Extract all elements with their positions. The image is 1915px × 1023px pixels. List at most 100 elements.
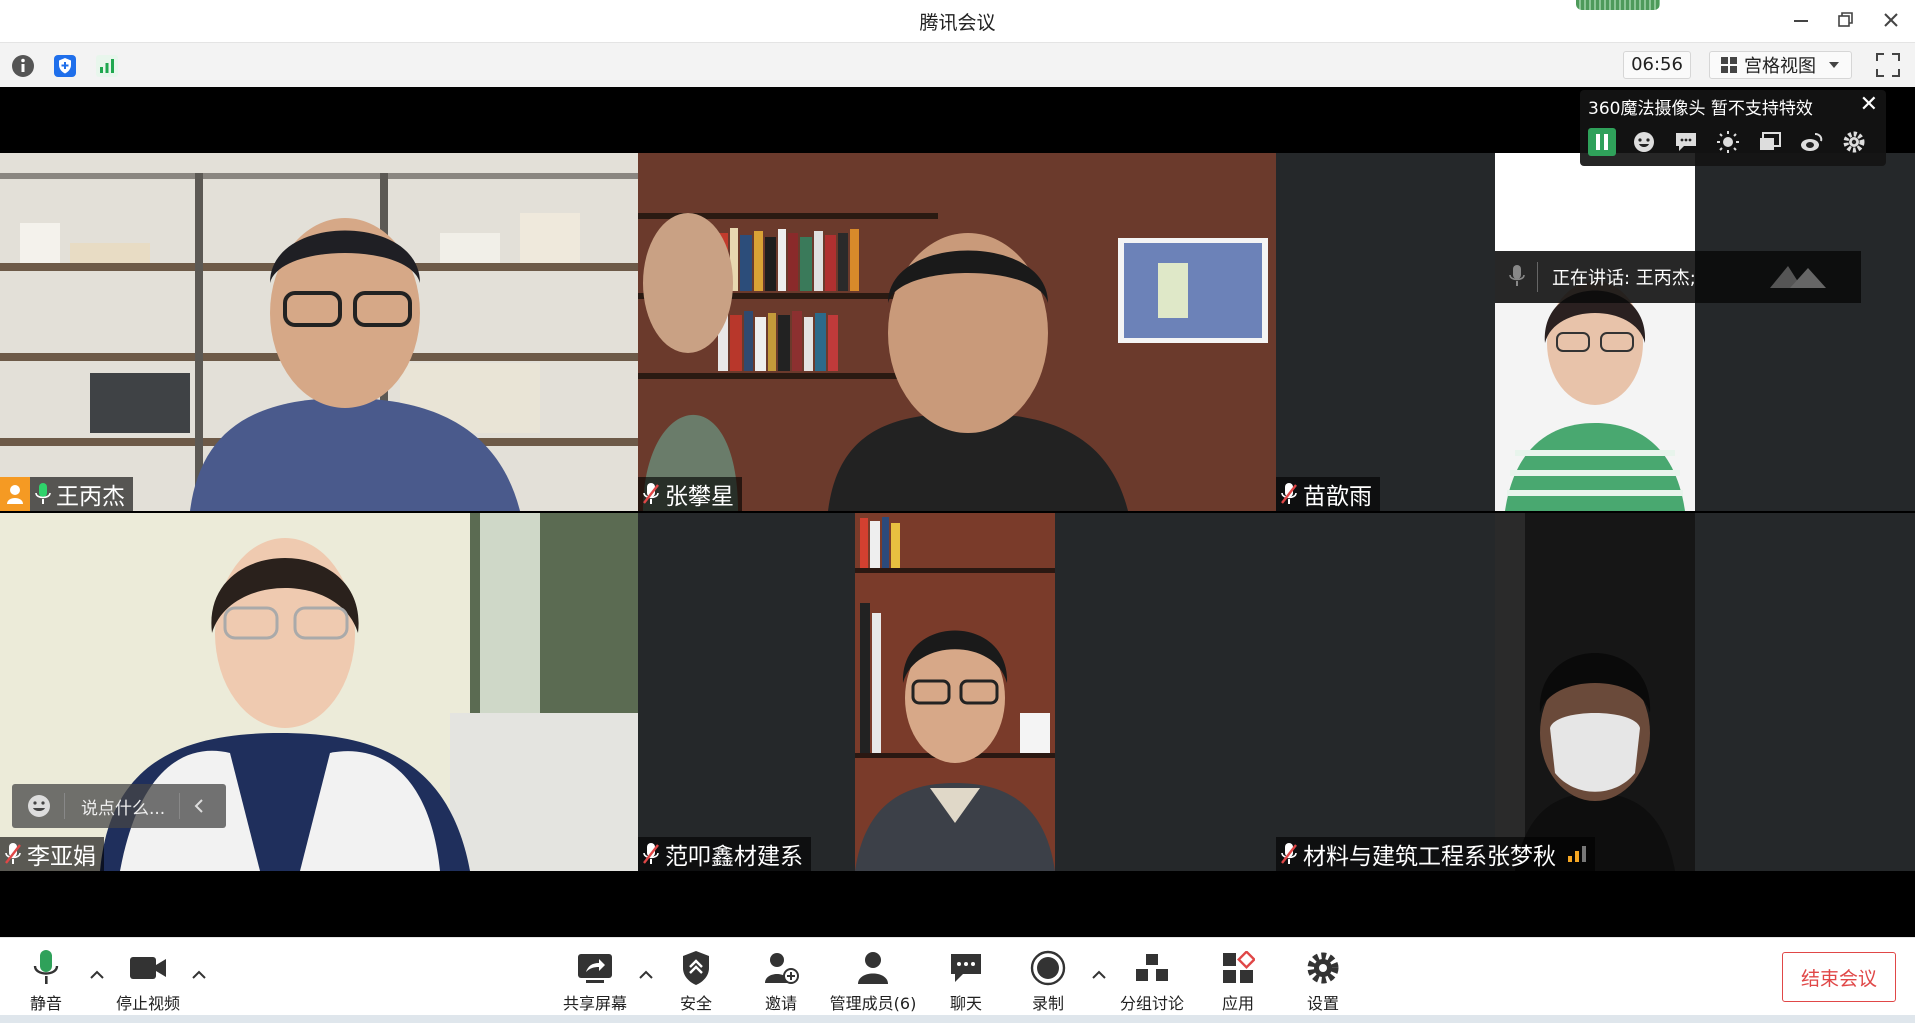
- invite-label: 邀请: [764, 994, 797, 1013]
- invite-button[interactable]: 邀请: [759, 948, 803, 1014]
- participant-tile[interactable]: 张攀星: [638, 153, 1276, 511]
- participant-tile[interactable]: 材料与建筑工程系张梦秋: [1276, 513, 1915, 871]
- face-icon: [1634, 132, 1654, 152]
- network-status-button[interactable]: [93, 52, 121, 80]
- shield-icon: [683, 951, 709, 985]
- camera-panel-title: 360魔法摄像头 暂不支持特效: [1588, 99, 1813, 119]
- share-screen-icon: [578, 954, 612, 983]
- dropdown-arrow-icon: [1829, 62, 1839, 68]
- video-options-chevron-icon[interactable]: [190, 966, 208, 984]
- record-icon: [1030, 950, 1066, 986]
- background-button[interactable]: [1756, 128, 1784, 156]
- pause-icon: [1596, 134, 1608, 150]
- settings-button[interactable]: 设置: [1301, 948, 1345, 1014]
- quick-chat-input[interactable]: 说点什么...: [12, 784, 226, 828]
- camera-effects-panel: 360魔法摄像头 暂不支持特效 ✕: [1580, 90, 1886, 166]
- weibo-share-button[interactable]: [1798, 128, 1826, 156]
- record-options-chevron-icon[interactable]: [1090, 966, 1108, 984]
- participant-name-tag: 张攀星: [638, 477, 742, 511]
- end-meeting-button[interactable]: 结束会议: [1782, 952, 1896, 1002]
- security-button[interactable]: 安全: [674, 948, 718, 1014]
- user-icon: [7, 485, 23, 504]
- shield-icon: [54, 55, 76, 77]
- beauty-button[interactable]: [1630, 128, 1658, 156]
- emoji-icon: [28, 795, 50, 817]
- brightness-button[interactable]: [1714, 128, 1742, 156]
- gear-icon: [1843, 131, 1865, 153]
- manage-members-button[interactable]: 管理成员(6): [828, 948, 918, 1014]
- members-icon: [858, 952, 888, 984]
- record-label: 录制: [1031, 994, 1064, 1013]
- camera-panel-close-button[interactable]: ✕: [1860, 92, 1878, 117]
- mute-button[interactable]: 静音: [22, 948, 70, 1014]
- picture-in-picture-icon: [1760, 132, 1781, 150]
- share-screen-button[interactable]: 共享屏幕: [560, 948, 630, 1014]
- info-icon: [12, 55, 34, 77]
- microphone-muted-icon: [643, 483, 659, 504]
- chat-button[interactable]: 聊天: [944, 948, 988, 1014]
- participant-tile[interactable]: 范叩鑫材建系: [638, 513, 1276, 871]
- participant-name: 苗歆雨: [1303, 484, 1372, 510]
- grid-view-icon: [1721, 57, 1737, 73]
- chat-bubble-icon: [951, 954, 981, 982]
- chat-divider: [179, 793, 181, 819]
- record-button[interactable]: 录制: [1026, 948, 1070, 1014]
- stop-video-label: 停止视频: [115, 994, 180, 1013]
- participant-name: 王丙杰: [56, 484, 125, 510]
- caption-button[interactable]: [1672, 128, 1700, 156]
- restore-icon: [1838, 12, 1853, 27]
- weibo-icon: [1801, 133, 1823, 151]
- share-options-chevron-icon[interactable]: [637, 966, 655, 984]
- participant-name-tag: 材料与建筑工程系张梦秋: [1276, 837, 1595, 871]
- breakout-rooms-button[interactable]: 分组讨论: [1118, 948, 1186, 1014]
- minimize-button[interactable]: [1786, 6, 1816, 34]
- microphone-muted-icon: [1281, 843, 1297, 864]
- meeting-timer: 06:56: [1623, 51, 1691, 79]
- mute-label: 静音: [29, 994, 62, 1013]
- camera-logo-icon: [1769, 266, 1826, 288]
- brightness-icon: [1717, 131, 1739, 153]
- security-status-button[interactable]: [51, 52, 79, 80]
- participant-video: [638, 153, 1276, 511]
- microphone-icon: [1509, 265, 1525, 286]
- participant-tile[interactable]: 王丙杰: [0, 153, 638, 511]
- signal-bars-icon: [96, 55, 118, 77]
- video-stage: 王丙杰 张攀星 苗歆雨 李亚娟 范叩鑫材建系 材料与建筑工程系张梦秋: [0, 87, 1915, 937]
- collapse-chevron-icon[interactable]: [190, 797, 208, 815]
- meeting-info-bar: 06:56 宫格视图: [0, 42, 1915, 87]
- participant-name-tag: 范叩鑫材建系: [638, 837, 811, 871]
- participant-name-tag: 王丙杰: [0, 477, 133, 511]
- camera-settings-button[interactable]: [1840, 128, 1868, 156]
- apps-button[interactable]: 应用: [1216, 948, 1260, 1014]
- title-bar: 腾讯会议: [0, 0, 1915, 42]
- participant-video: [1495, 513, 1695, 871]
- chat-label: 聊天: [949, 994, 982, 1013]
- chat-divider: [64, 793, 65, 819]
- active-speaker-banner: 正在讲话: 王丙杰;: [1495, 251, 1861, 303]
- meeting-info-button[interactable]: [9, 52, 37, 80]
- microphone-on-icon: [33, 950, 59, 984]
- meeting-toolbar: 静音 停止视频 共享屏幕 安全 邀请 管理成员(6) 聊天 录制 分组讨论 应用…: [0, 937, 1915, 1023]
- participant-video: [0, 153, 638, 511]
- close-window-button[interactable]: [1876, 6, 1906, 34]
- fullscreen-button[interactable]: [1874, 51, 1902, 79]
- window-title: 腾讯会议: [919, 12, 996, 34]
- view-mode-button[interactable]: 宫格视图: [1709, 51, 1852, 79]
- stop-video-button[interactable]: 停止视频: [112, 948, 184, 1014]
- participant-tile[interactable]: 苗歆雨: [1276, 153, 1915, 511]
- share-screen-label: 共享屏幕: [562, 994, 627, 1013]
- chat-placeholder: 说点什么...: [81, 798, 166, 819]
- add-user-icon: [765, 953, 799, 984]
- active-speaker-text: 正在讲话: 王丙杰;: [1552, 268, 1696, 289]
- participant-name-tag: 苗歆雨: [1276, 477, 1380, 511]
- pause-button[interactable]: [1588, 128, 1616, 156]
- minimize-icon: [1794, 20, 1808, 22]
- video-camera-icon: [130, 957, 166, 979]
- audio-options-chevron-icon[interactable]: [88, 966, 106, 984]
- manage-members-label: 管理成员(6): [829, 994, 917, 1013]
- restore-button[interactable]: [1831, 6, 1861, 34]
- meeting-window: { "window": { "title": "腾讯会议" }, "infoba…: [0, 0, 1915, 1023]
- host-badge: [0, 477, 30, 511]
- close-icon: [1884, 13, 1898, 27]
- gear-icon: [1307, 952, 1339, 984]
